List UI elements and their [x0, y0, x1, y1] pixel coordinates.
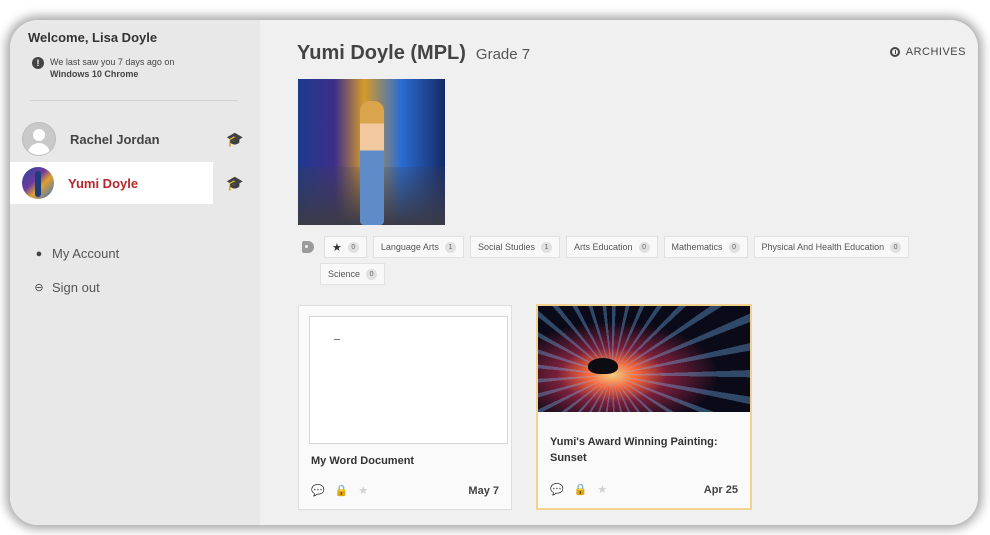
tag-label: Science — [328, 269, 361, 279]
user-icon: ● — [35, 247, 43, 260]
tag-label: Arts Education — [573, 242, 633, 252]
tag-label: Social Studies — [477, 242, 535, 252]
sidebar-item-rachel-jordan[interactable]: Rachel Jordan — [10, 118, 213, 160]
tag-count: 1 — [540, 241, 552, 253]
tag-label: Language Arts — [380, 242, 439, 252]
card-meta: 💬 🔒 ★ Apr 25 — [550, 483, 738, 497]
card-meta: 💬 🔒 ★ May 7 — [311, 484, 499, 498]
sidebar-divider — [30, 100, 238, 101]
sidebar-item-yumi-doyle[interactable]: Yumi Doyle — [10, 162, 213, 204]
comment-icon[interactable]: 💬 — [550, 483, 564, 496]
clock-icon — [889, 47, 900, 57]
page-title: Yumi Doyle (MPL) Grade 7 — [297, 42, 530, 65]
student-full-name: Yumi Doyle (MPL) — [297, 42, 466, 64]
star-icon: ★ — [332, 241, 342, 254]
app-window: Welcome, Lisa Doyle ! We last saw you 7 … — [10, 20, 978, 525]
tag-count: 0 — [347, 241, 359, 253]
archives-label: ARCHIVES — [905, 46, 966, 58]
star-icon[interactable]: ★ — [597, 483, 607, 496]
tag-science[interactable]: Science 0 — [320, 263, 386, 285]
tag-label: Mathematics — [671, 242, 723, 252]
tag-physical-and-health-education[interactable]: Physical And Health Education 0 — [753, 236, 910, 258]
document-thumbnail — [309, 316, 508, 444]
painting-thumbnail — [538, 306, 750, 412]
student-name: Yumi Doyle — [68, 175, 139, 191]
menu-item-label: Sign out — [52, 280, 100, 295]
tag-count: 0 — [638, 241, 650, 253]
profile-photo — [298, 79, 445, 225]
archives-button[interactable]: ARCHIVES — [889, 46, 966, 58]
tag-arts-education[interactable]: Arts Education 0 — [565, 236, 658, 258]
sign-out-link[interactable]: ⊖ Sign out — [34, 280, 100, 295]
avatar — [22, 122, 56, 156]
tag-social-studies[interactable]: Social Studies 1 — [469, 236, 560, 258]
info-icon: ! — [32, 57, 44, 69]
tag-language-arts[interactable]: Language Arts 1 — [372, 236, 464, 258]
last-seen-device: Windows 10 Chrome — [50, 69, 139, 79]
tag-filter-bar: ★ 0 Language Arts 1 Social Studies 1 Art… — [302, 236, 972, 285]
lock-icon[interactable]: 🔒 — [335, 484, 349, 497]
last-seen-notice: ! We last saw you 7 days ago on Windows … — [32, 56, 174, 80]
comment-icon[interactable]: 💬 — [311, 484, 325, 497]
welcome-text: Welcome, Lisa Doyle — [28, 30, 158, 45]
portfolio-card[interactable]: My Word Document 💬 🔒 ★ May 7 — [298, 305, 512, 510]
tag-label: Physical And Health Education — [761, 242, 885, 252]
tag-count: 0 — [728, 241, 740, 253]
my-account-link[interactable]: ● My Account — [34, 246, 120, 261]
card-date: May 7 — [468, 484, 499, 497]
avatar — [22, 167, 54, 199]
card-date: Apr 25 — [703, 483, 738, 496]
portfolio-card[interactable]: Yumi's Award Winning Painting: Sunset 💬 … — [536, 304, 752, 510]
sidebar: Welcome, Lisa Doyle ! We last saw you 7 … — [10, 20, 260, 525]
card-title: My Word Document — [311, 455, 415, 467]
main-content: Yumi Doyle (MPL) Grade 7 ARCHIVES ★ 0 La… — [260, 20, 978, 525]
menu-item-label: My Account — [52, 246, 120, 261]
graduation-cap-icon[interactable]: 🎓 — [226, 131, 243, 148]
grade-label: Grade 7 — [475, 46, 531, 63]
tag-icon — [302, 241, 314, 253]
star-icon[interactable]: ★ — [358, 484, 368, 497]
sign-out-icon: ⊖ — [34, 282, 44, 294]
tag-favorites[interactable]: ★ 0 — [324, 236, 367, 258]
card-title: Yumi's Award Winning Painting: Sunset — [550, 436, 718, 464]
lock-icon[interactable]: 🔒 — [574, 483, 588, 496]
graduation-cap-icon[interactable]: 🎓 — [226, 175, 243, 192]
tag-count: 0 — [890, 241, 902, 253]
student-name: Rachel Jordan — [70, 131, 160, 147]
tag-mathematics[interactable]: Mathematics 0 — [663, 236, 748, 258]
last-seen-text: We last saw you 7 days ago on — [50, 57, 175, 67]
tag-count: 1 — [444, 241, 456, 253]
tag-count: 0 — [366, 268, 378, 280]
